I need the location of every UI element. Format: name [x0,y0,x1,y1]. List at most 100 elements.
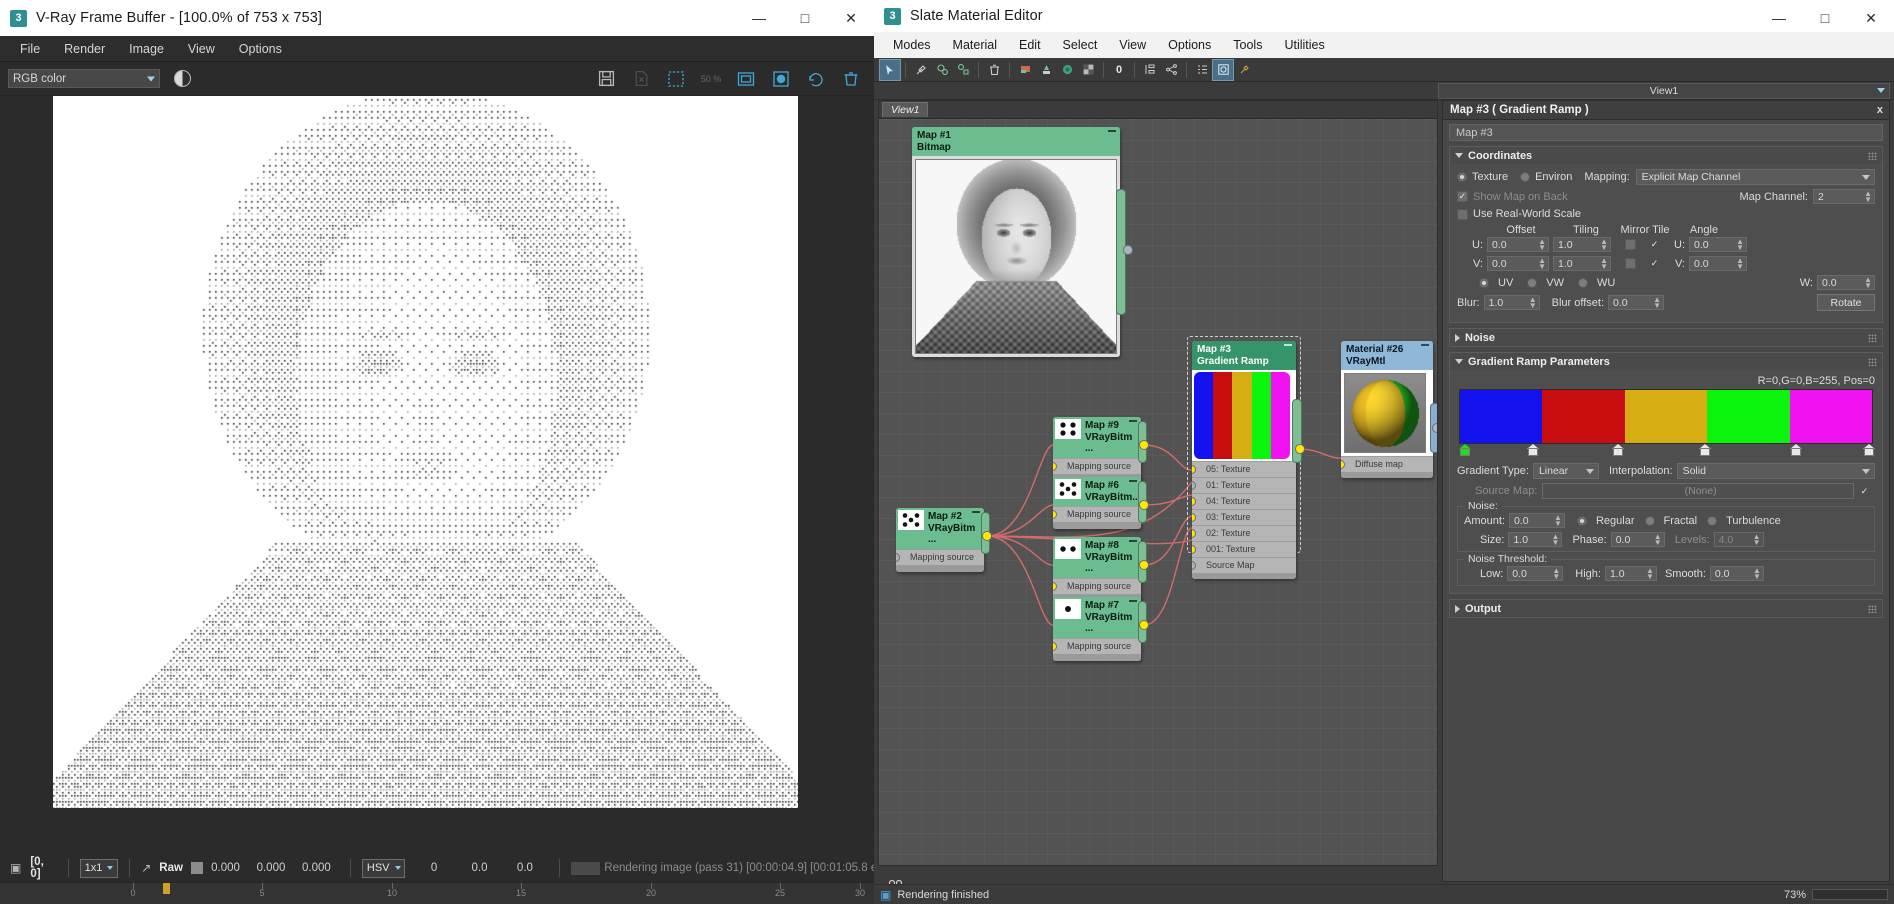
mapping-dropdown[interactable]: Explicit Map Channel [1635,169,1875,185]
assign-to-selection-icon[interactable] [1036,60,1056,80]
spinner-arrows-icon[interactable]: ▲ ▼ [1529,296,1537,310]
vfb-menu-view[interactable]: View [176,38,227,60]
node-map8-input-socket[interactable] [1053,581,1057,591]
socket-source-map[interactable] [1192,561,1196,570]
node-minimize-icon[interactable] [1108,130,1116,132]
gradient-type-dropdown[interactable]: Linear [1532,463,1599,479]
spinner-arrows-icon[interactable]: ▲ ▼ [1600,238,1608,252]
close-icon[interactable]: x [1877,104,1883,116]
vfb-timeline[interactable]: 0 5 10 15 20 25 30 [0,882,874,904]
noise-rollout-header[interactable]: Noise [1450,329,1882,346]
node-map2-output-socket[interactable] [982,531,992,541]
rendered-image[interactable] [53,96,798,808]
offset-u-spinner[interactable]: 0.0 ▲ ▼ [1487,237,1549,252]
amount-spinner[interactable]: 0.0 ▲ ▼ [1508,513,1565,528]
node-map3-socket-row-05[interactable]: 05: Texture [1192,461,1296,477]
tile-u-checkbox[interactable]: ✓ [1649,239,1660,250]
vfb-close-button[interactable]: ✕ [828,0,874,36]
socket-001-texture[interactable] [1192,545,1196,554]
tiling-u-spinner[interactable]: 1.0 ▲ ▼ [1553,237,1611,252]
lay-out-children-icon[interactable] [1161,60,1181,80]
tile-v-checkbox[interactable]: ✓ [1649,258,1660,269]
phase-spinner[interactable]: 0.0 ▲ ▼ [1610,532,1665,547]
sme-minimize-button[interactable]: — [1756,0,1802,36]
rotate-button[interactable]: Rotate [1817,294,1875,311]
environ-radio[interactable] [1520,172,1531,182]
move-children-icon[interactable] [953,60,973,80]
gradient-flag-4[interactable] [1790,444,1803,456]
node-map9-vraybitmap[interactable]: Map #9 VRayBitm ... Mapping source [1053,417,1149,481]
gradient-rollout-header[interactable]: Gradient Ramp Parameters [1450,353,1882,370]
tiling-v-spinner[interactable]: 1.0 ▲ ▼ [1553,256,1611,271]
spinner-arrows-icon[interactable]: ▲ ▼ [1654,533,1662,547]
node-map7-output-socket[interactable] [1139,620,1149,630]
source-map-enable-checkbox[interactable]: ✓ [1859,486,1870,497]
sme-zoom-percent[interactable]: 73% [1784,889,1806,901]
node-map3-socket-row-001[interactable]: 001: Texture [1192,541,1296,557]
offset-v-spinner[interactable]: 0.0 ▲ ▼ [1487,256,1549,271]
sme-close-button[interactable]: ✕ [1848,0,1894,36]
spinner-arrows-icon[interactable]: ▲ ▼ [1653,296,1661,310]
gradient-ramp-bar[interactable] [1459,389,1873,444]
use-real-world-scale-checkbox[interactable]: ✓ [1457,208,1468,220]
map-channel-spinner[interactable]: 2 ▲ ▼ [1813,189,1875,204]
raw-mode-label[interactable]: Raw [159,862,183,874]
mirror-u-checkbox[interactable]: ✓ [1625,239,1636,250]
node-map8-vraybitmap[interactable]: Map #8 VRayBitm ... Mapping source [1053,537,1149,601]
select-arrow-icon[interactable] [879,58,901,81]
fractal-radio[interactable] [1644,515,1655,526]
angle-u-spinner[interactable]: 0.0 ▲ ▼ [1689,237,1747,252]
show-shaded-icon[interactable] [1015,60,1035,80]
node-minimize-icon[interactable] [1129,420,1137,422]
sme-maximize-button[interactable]: □ [1802,0,1848,36]
vfb-menu-options[interactable]: Options [227,38,294,60]
region-render-icon[interactable] [663,67,689,91]
sme-menu-modes[interactable]: Modes [882,35,942,55]
socket-03-texture[interactable] [1192,513,1196,522]
node-mat26-output-socket[interactable] [1432,423,1437,433]
spinner-arrows-icon[interactable]: ▲ ▼ [1552,533,1560,547]
spinner-arrows-icon[interactable]: ▲ ▼ [1864,190,1872,204]
sme-menu-edit[interactable]: Edit [1008,35,1052,55]
levels-spinner[interactable]: 4.0 ▲ ▼ [1713,532,1764,547]
node-map1-bitmap[interactable]: Map #1 Bitmap [912,127,1133,357]
vfb-menu-image[interactable]: Image [117,38,176,60]
socket-04-texture[interactable] [1192,497,1196,506]
sme-menu-view[interactable]: View [1108,35,1157,55]
show-background-icon[interactable] [1078,60,1098,80]
gradient-flag-3[interactable] [1699,444,1712,456]
vfb-minimize-button[interactable]: — [736,0,782,36]
size-spinner[interactable]: 1.0 ▲ ▼ [1508,532,1563,547]
spinner-arrows-icon[interactable]: ▲ ▼ [1753,567,1761,581]
diffuse-map-socket[interactable] [1341,460,1345,469]
source-map-button[interactable]: (None) [1542,483,1854,499]
node-map2-input-socket[interactable] [896,552,900,562]
node-minimize-icon[interactable] [1129,600,1137,602]
node-minimize-icon[interactable] [1421,344,1429,346]
show-map-on-back-checkbox[interactable]: ✓ [1457,191,1468,202]
node-map3-socket-row-01[interactable]: 01: Texture [1192,477,1296,493]
render-last-icon[interactable] [803,67,829,91]
node-map9-socket-row[interactable]: Mapping source [1053,457,1141,474]
curve-icon[interactable]: ↗ [141,861,151,875]
spinner-arrows-icon[interactable]: ▲ ▼ [1753,533,1761,547]
regular-radio[interactable] [1576,515,1587,526]
zero-icon[interactable]: 0 [1109,60,1129,80]
node-map3-socket-row-03[interactable]: 03: Texture [1192,509,1296,525]
node-map2-vraybitmap[interactable]: Map #2 VRayBitm ... Mapping source [896,508,992,572]
zoom-level-dropdown[interactable]: 1x1 [79,858,119,878]
node-map9-input-socket[interactable] [1053,461,1057,471]
uv-radio[interactable] [1479,277,1489,288]
channel-select-dropdown[interactable]: RGB color [8,69,160,88]
node-map2-socket-row[interactable]: Mapping source [896,548,984,565]
high-spinner[interactable]: 1.0 ▲ ▼ [1604,566,1657,581]
graph-tab-view1[interactable]: View1 [882,102,929,117]
spinner-arrows-icon[interactable]: ▲ ▼ [1864,276,1872,290]
node-map7-vraybitmap[interactable]: Map #7 VRayBitm ... Mapping source [1053,597,1149,661]
sme-menu-select[interactable]: Select [1052,35,1109,55]
map-name-field[interactable]: Map #3 [1449,124,1883,141]
node-map8-output-socket[interactable] [1139,560,1149,570]
gradient-flag-5[interactable] [1862,444,1875,456]
sme-menu-tools[interactable]: Tools [1222,35,1273,55]
angle-w-spinner[interactable]: 0.0 ▲ ▼ [1817,275,1875,290]
